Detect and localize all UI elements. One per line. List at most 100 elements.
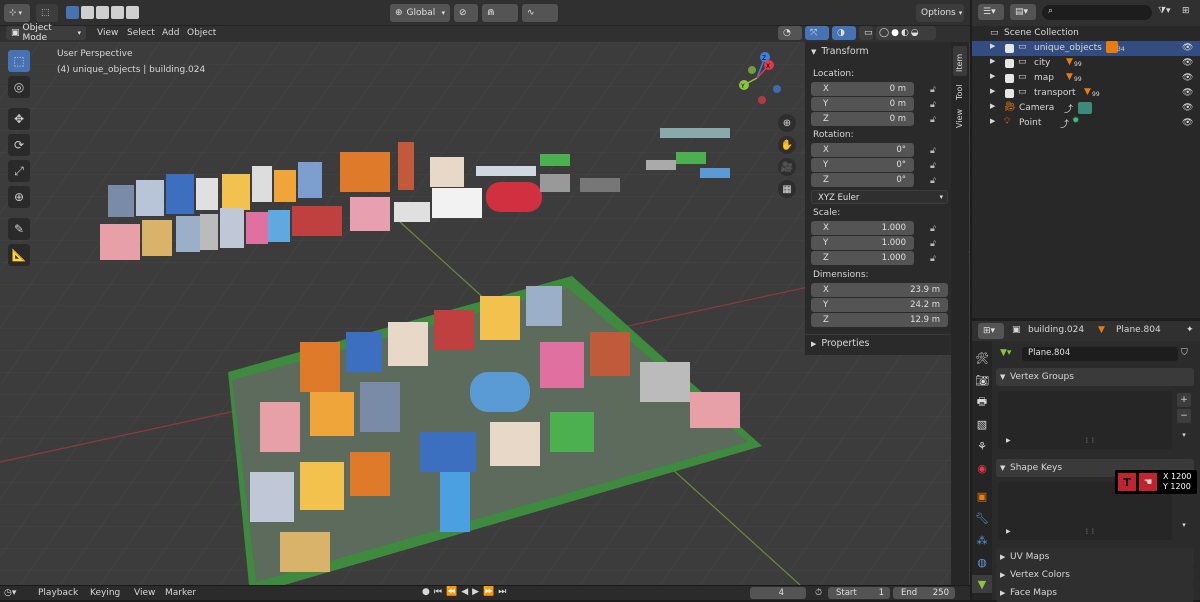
lock-icon[interactable]: 🔓︎: [930, 254, 940, 264]
exclude-checkbox[interactable]: [1005, 59, 1014, 68]
lock-icon[interactable]: 🔓︎: [930, 239, 940, 249]
vertex-colors-panel-header[interactable]: ▶ Vertex Colors: [996, 566, 1194, 584]
end-frame-field[interactable]: End 250: [893, 587, 955, 599]
chevron-right-icon[interactable]: ▶: [990, 57, 995, 65]
add-vertex-group-button[interactable]: +: [1177, 393, 1191, 407]
overlays-toggle[interactable]: ◑: [832, 26, 856, 40]
material-shading-icon[interactable]: ◐: [901, 28, 909, 38]
subtract-selection-icon[interactable]: [96, 6, 109, 19]
ortho-toggle-button[interactable]: ▦: [778, 180, 796, 198]
render-tab[interactable]: 📷︎: [972, 371, 992, 389]
data-tab[interactable]: ▼: [972, 575, 992, 593]
display-mode-dropdown[interactable]: ▤▾: [1010, 4, 1036, 20]
scale-x-field[interactable]: X 1.000: [811, 221, 914, 235]
zoom-button[interactable]: ⊕: [778, 114, 796, 132]
resize-handle-icon[interactable]: ⋮⋮: [1084, 437, 1096, 444]
output-tab[interactable]: 🖶︎: [972, 393, 992, 411]
lock-icon[interactable]: 🔓︎: [930, 161, 940, 171]
rotate-tool[interactable]: ⟳: [8, 134, 30, 156]
scene-collection-row[interactable]: ▭ Scene Collection: [972, 26, 1200, 41]
world-tab[interactable]: ◉: [972, 459, 992, 477]
location-z-field[interactable]: Z0 m: [811, 112, 914, 126]
pin-icon[interactable]: ✦: [1186, 325, 1194, 335]
lock-icon[interactable]: 🔓︎: [930, 224, 940, 234]
cursor-tool[interactable]: ◎: [8, 76, 30, 98]
proportional-edit-dropdown[interactable]: ∿: [522, 4, 558, 22]
new-collection-icon[interactable]: ⊞: [1182, 6, 1190, 16]
prev-keyframe-icon[interactable]: ⏪: [446, 587, 457, 597]
chevron-right-icon[interactable]: ▶: [990, 117, 995, 125]
chevron-right-icon[interactable]: ▶: [990, 87, 995, 95]
scale-tool[interactable]: ⤢: [8, 160, 30, 182]
outliner-row-city[interactable]: ▶ ▭ city ▼ 99 👁︎: [972, 56, 1200, 71]
move-tool[interactable]: ✥: [8, 108, 30, 130]
select-mode-button[interactable]: ⬚: [36, 4, 58, 22]
visibility-dropdown[interactable]: ◔: [778, 26, 802, 40]
mesh-data-icon[interactable]: ▼▾: [1000, 348, 1011, 358]
menu-keying[interactable]: Keying: [90, 588, 120, 598]
scale-z-field[interactable]: Z 1.000: [811, 251, 914, 265]
pivot-dropdown[interactable]: ⊘: [454, 4, 478, 22]
outliner-row-unique-objects[interactable]: ▶ ▭ unique_objects 34 👁︎: [972, 41, 1200, 56]
lock-icon[interactable]: 🔓︎: [930, 146, 940, 156]
lock-icon[interactable]: 🔓︎: [930, 85, 940, 95]
lock-icon[interactable]: 🔓︎: [930, 176, 940, 186]
eye-icon[interactable]: 👁︎: [1182, 73, 1193, 83]
eye-icon[interactable]: 👁︎: [1182, 103, 1193, 113]
dimensions-x-field[interactable]: X 23.9 m: [811, 283, 948, 297]
xray-toggle[interactable]: ▭: [859, 26, 873, 40]
jump-end-icon[interactable]: ⏭: [498, 587, 506, 597]
next-keyframe-icon[interactable]: ⏩: [483, 587, 494, 597]
invert-selection-icon[interactable]: [111, 6, 124, 19]
outliner-editor-type[interactable]: ☰▾: [978, 4, 1004, 20]
outliner-row-camera[interactable]: ▶ 🎥︎ Camera ⤴ 👁︎: [972, 101, 1200, 116]
physics-tab[interactable]: ◍: [972, 553, 992, 571]
editor-type-button[interactable]: ⊹ ▾: [4, 4, 30, 22]
properties-editor-type[interactable]: ⊞▾: [978, 323, 1004, 339]
chevron-right-icon[interactable]: ▶: [990, 102, 995, 110]
lock-icon[interactable]: 🔓︎: [930, 115, 940, 125]
object-tab[interactable]: ▣: [972, 487, 992, 505]
chevron-right-icon[interactable]: ▶: [990, 72, 995, 80]
rotation-x-field[interactable]: X 0°: [811, 143, 914, 157]
set-selection-icon[interactable]: [66, 6, 79, 19]
filter-icon[interactable]: ⧩▾: [1158, 6, 1171, 16]
view-layer-tab[interactable]: ▧: [972, 415, 992, 433]
location-x-field[interactable]: X0 m: [811, 82, 914, 96]
select-box-tool[interactable]: ⬚: [8, 50, 30, 72]
location-y-field[interactable]: Y0 m: [811, 97, 914, 111]
lock-icon[interactable]: 🔓︎: [930, 100, 940, 110]
properties-panel-header[interactable]: ▶ Properties: [811, 338, 869, 349]
remove-vertex-group-button[interactable]: −: [1177, 409, 1191, 423]
menu-marker[interactable]: Marker: [165, 588, 196, 598]
resize-handle-icon[interactable]: ⋮⋮: [1084, 528, 1096, 535]
orientation-dropdown[interactable]: ⊕ Global ▾: [390, 4, 450, 22]
tab-view[interactable]: View: [953, 106, 967, 132]
particles-tab[interactable]: ⁂: [972, 531, 992, 549]
tab-item[interactable]: Item: [953, 46, 967, 76]
exclude-checkbox[interactable]: [1005, 44, 1014, 53]
outliner-row-transport[interactable]: ▶ ▭ transport ▼ 99 👁︎: [972, 86, 1200, 101]
current-frame-field[interactable]: 4: [750, 587, 806, 599]
rotation-z-field[interactable]: Z 0°: [811, 173, 914, 187]
start-frame-field[interactable]: Start 1: [828, 587, 890, 599]
face-maps-panel-header[interactable]: ▶ Face Maps: [996, 584, 1194, 602]
gizmo-toggle[interactable]: ⤧: [805, 26, 829, 40]
rendered-shading-icon[interactable]: ◒: [911, 28, 919, 38]
pan-button[interactable]: ✋: [778, 136, 796, 154]
mode-dropdown[interactable]: ▣ Object Mode ▾: [6, 23, 86, 43]
snap-dropdown[interactable]: ⋒: [482, 4, 518, 22]
intersect-selection-icon[interactable]: [126, 6, 139, 19]
outliner-search-input[interactable]: ⌕: [1042, 5, 1152, 20]
fake-user-shield-icon[interactable]: ⛉: [1181, 348, 1188, 358]
scale-y-field[interactable]: Y 1.000: [811, 236, 914, 250]
tool-tab[interactable]: 🛠︎: [972, 349, 992, 367]
record-icon[interactable]: ●: [422, 587, 430, 597]
menu-view[interactable]: View: [97, 28, 118, 38]
eye-icon[interactable]: 👁︎: [1182, 43, 1193, 53]
annotate-tool[interactable]: ✎: [8, 218, 30, 240]
menu-select[interactable]: Select: [127, 28, 155, 38]
rotation-y-field[interactable]: Y 0°: [811, 158, 914, 172]
play-reverse-icon[interactable]: ◀: [461, 587, 468, 597]
outliner-row-map[interactable]: ▶ ▭ map ▼ 99 👁︎: [972, 71, 1200, 86]
